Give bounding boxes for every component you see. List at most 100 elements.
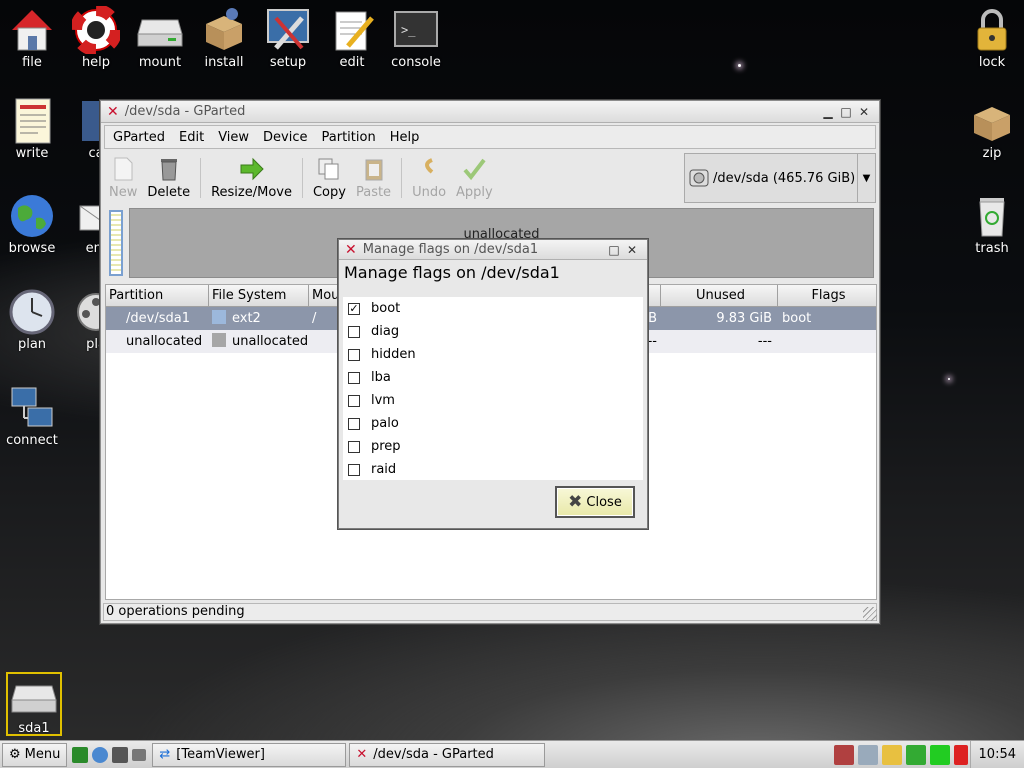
toolbar-separator (200, 158, 202, 198)
globe-icon (8, 192, 56, 240)
house-icon (8, 6, 56, 54)
menu-edit[interactable]: Edit (179, 130, 204, 145)
maximize-icon[interactable]: □ (837, 105, 855, 119)
maximize-icon[interactable]: □ (605, 243, 623, 257)
network-status-icon[interactable] (833, 745, 854, 765)
desktop-icon-mount[interactable]: mount (128, 6, 192, 70)
flag-lvm[interactable]: lvm (343, 389, 643, 412)
flag-diag[interactable]: diag (343, 320, 643, 343)
column-flags[interactable]: Flags (778, 285, 876, 306)
desktop-icon-browse[interactable]: browse (0, 192, 64, 256)
monitor-icon[interactable] (905, 745, 926, 765)
window-title: /dev/sda - GParted (124, 104, 246, 119)
desktop-icon-edit[interactable]: edit (320, 6, 384, 70)
clock-icon (8, 288, 56, 336)
desktop-icon-zip[interactable]: zip (960, 97, 1024, 161)
undo-button[interactable]: Undo (412, 156, 446, 200)
delete-button[interactable]: Delete (147, 156, 190, 200)
paste-button[interactable]: Paste (356, 156, 391, 200)
volume-icon[interactable] (857, 745, 878, 765)
menu-partition[interactable]: Partition (322, 130, 376, 145)
copy-icon (316, 156, 342, 182)
close-icon[interactable]: ✕ (855, 105, 873, 119)
window-icon[interactable] (132, 748, 147, 761)
terminal-icon: >_ (392, 6, 440, 54)
terminal-icon[interactable] (112, 746, 129, 763)
column-mountpoint[interactable]: Mou (309, 285, 339, 306)
desktop-icon-trash[interactable]: trash (960, 192, 1024, 256)
lifebuoy-icon (70, 4, 122, 56)
close-button[interactable]: ✖ Close (555, 486, 635, 518)
checkbox[interactable] (348, 417, 360, 430)
checkbox[interactable] (348, 325, 360, 338)
desktop-icon-write[interactable]: write (0, 97, 64, 161)
apply-button[interactable]: Apply (456, 156, 493, 200)
document-icon (8, 97, 56, 145)
p-icon[interactable] (881, 745, 902, 765)
gear-icon: ⚙ (9, 747, 21, 762)
resize-move-button[interactable]: Resize/Move (211, 156, 292, 200)
desktop-icon-plan[interactable]: plan (0, 288, 64, 352)
menu-help[interactable]: Help (390, 130, 420, 145)
flag-lba[interactable]: lba (343, 366, 643, 389)
clock[interactable]: 10:54 (969, 741, 1024, 768)
checkbox[interactable]: ✓ (348, 302, 360, 315)
menubar: GParted Edit View Device Partition Help (104, 125, 876, 149)
notepad-icon (328, 6, 376, 54)
chevron-down-icon[interactable]: ▼ (857, 154, 875, 202)
status-bar: 0 operations pending (103, 603, 877, 621)
clipboard-icon (361, 156, 387, 182)
graph-icon[interactable] (953, 745, 968, 765)
new-document-icon (110, 156, 136, 182)
checkbox[interactable] (348, 463, 360, 476)
task-teamviewer[interactable]: ⇄ [TeamViewer] (152, 742, 347, 767)
copy-button[interactable]: Copy (313, 156, 346, 200)
column-unused[interactable]: Unused (661, 285, 778, 306)
flag-palo[interactable]: palo (343, 412, 643, 435)
checkbox[interactable] (348, 440, 360, 453)
cpu-icon[interactable] (929, 745, 950, 765)
flag-list: ✓ boot diag hidden lba lvm palo prep raid (343, 297, 643, 480)
new-button[interactable]: New (109, 156, 137, 200)
flag-raid[interactable]: raid (343, 458, 643, 481)
close-icon[interactable]: ✕ (623, 243, 641, 257)
task-gparted[interactable]: ✕ /dev/sda - GParted (349, 742, 546, 767)
desktop-icon-setup[interactable]: setup (256, 6, 320, 70)
desktop-icon-connect[interactable]: connect (0, 384, 64, 448)
device-label: /dev/sda (465.76 GiB) (713, 170, 856, 186)
column-partition[interactable]: Partition (106, 285, 209, 306)
desktop-icon-console[interactable]: >_ console (384, 6, 448, 70)
desktop-icon-file[interactable]: file (0, 6, 64, 70)
checkbox[interactable] (348, 348, 360, 361)
column-filesystem[interactable]: File System (209, 285, 309, 306)
flag-hidden[interactable]: hidden (343, 343, 643, 366)
filesystem-swatch (212, 333, 226, 347)
minimize-icon[interactable]: ▁ (819, 105, 837, 119)
device-selector[interactable]: /dev/sda (465.76 GiB) ▼ (684, 153, 876, 203)
desktop-icon-help[interactable]: help (64, 4, 128, 70)
menu-gparted[interactable]: GParted (113, 130, 165, 145)
globe-icon[interactable] (92, 746, 109, 763)
close-x-icon: ✖ (568, 492, 583, 512)
flag-boot[interactable]: ✓ boot (343, 297, 643, 320)
undo-icon (416, 156, 442, 182)
drive-icon (136, 6, 184, 54)
toolbar-separator (401, 158, 403, 198)
menu-device[interactable]: Device (263, 130, 307, 145)
menu-view[interactable]: View (218, 130, 249, 145)
window-titlebar[interactable]: ✕ /dev/sda - GParted ▁ □ ✕ (101, 101, 879, 123)
desktop-icon-lock[interactable]: lock (960, 6, 1024, 70)
desktop-icon-sda1[interactable]: sda1 (6, 672, 62, 736)
star (948, 378, 950, 380)
desktop-icon-install[interactable]: install (192, 6, 256, 70)
checkbox[interactable] (348, 394, 360, 407)
start-menu-button[interactable]: ⚙ Menu (2, 742, 68, 767)
trash-icon (968, 192, 1016, 240)
desktop-icon[interactable] (72, 746, 89, 763)
tools-icon (264, 6, 312, 54)
flag-prep[interactable]: prep (343, 435, 643, 458)
partition-block-sda1[interactable] (109, 210, 123, 276)
dialog-titlebar[interactable]: ✕ Manage flags on /dev/sda1 □ ✕ (339, 240, 647, 260)
checkbox[interactable] (348, 371, 360, 384)
resize-grip[interactable] (863, 607, 877, 621)
